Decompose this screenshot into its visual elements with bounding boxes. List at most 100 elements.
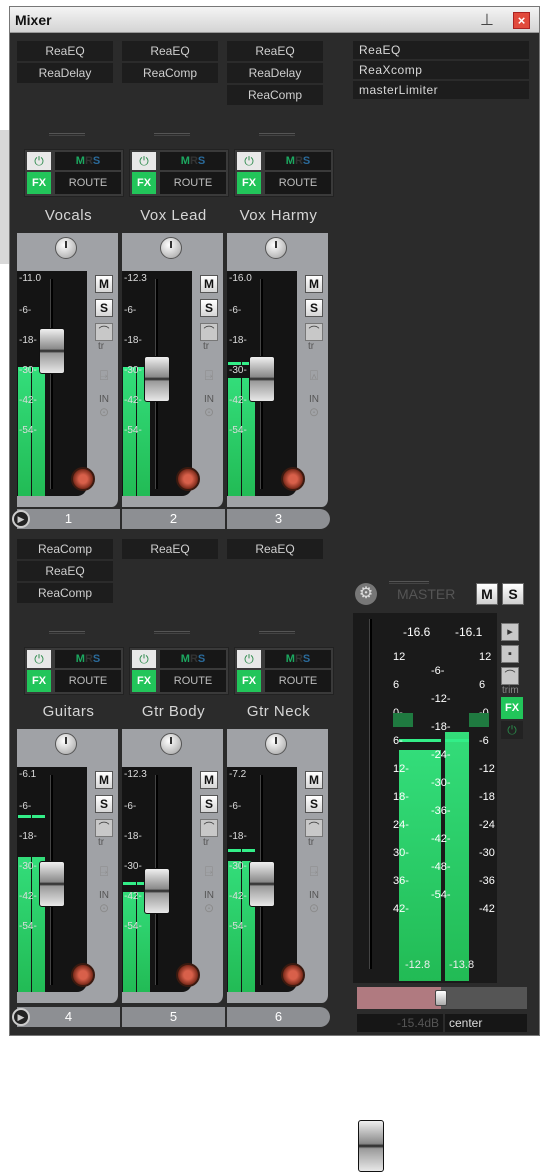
fx-slot[interactable]: ReaComp: [227, 85, 323, 105]
drag-grip[interactable]: [49, 133, 85, 136]
route-button[interactable]: ROUTE: [265, 172, 331, 194]
master-routing-icon[interactable]: ▸: [501, 623, 519, 641]
solo-button[interactable]: S: [305, 795, 323, 813]
pan-knob[interactable]: [265, 733, 287, 755]
envelope-icon[interactable]: ⌒: [95, 819, 113, 837]
envelope-icon[interactable]: ⌒: [305, 323, 323, 341]
record-arm-button[interactable]: [71, 467, 95, 491]
drag-grip[interactable]: [49, 631, 85, 634]
track-name[interactable]: Guitars: [17, 701, 120, 723]
route-button[interactable]: ROUTE: [55, 172, 121, 194]
fx-slot[interactable]: ReaDelay: [227, 63, 323, 83]
track-name[interactable]: Vox Lead: [122, 205, 225, 227]
track-name[interactable]: Vox Harmy: [227, 205, 330, 227]
envelope-icon[interactable]: ⌒: [200, 819, 218, 837]
automation-icon[interactable]: ⍈: [95, 367, 113, 387]
drag-grip[interactable]: [154, 133, 190, 136]
fx-bypass-power-icon[interactable]: ⏻: [237, 152, 261, 170]
pan-slider-handle[interactable]: [435, 990, 447, 1006]
track-number[interactable]: 6: [227, 1007, 330, 1027]
fx-slot[interactable]: ReaEQ: [17, 561, 113, 581]
pan-knob[interactable]: [160, 237, 182, 259]
master-fx-button[interactable]: FX: [501, 697, 523, 719]
route-button[interactable]: ROUTE: [265, 670, 331, 692]
volume-fader[interactable]: [144, 356, 170, 403]
settings-gear-icon[interactable]: ⚙: [355, 583, 377, 605]
fx-slot[interactable]: ReaDelay: [17, 63, 113, 83]
fx-bypass-power-icon[interactable]: ⏻: [27, 650, 51, 668]
automation-icon[interactable]: ⍈: [200, 367, 218, 387]
volume-fader[interactable]: [249, 356, 275, 403]
envelope-icon[interactable]: ⌒: [200, 323, 218, 341]
solo-button[interactable]: S: [95, 795, 113, 813]
fx-slot[interactable]: ReaEQ: [122, 41, 218, 61]
record-arm-button[interactable]: [281, 467, 305, 491]
master-fx-slot[interactable]: ReaEQ: [353, 41, 529, 59]
mute-button[interactable]: M: [305, 275, 323, 293]
fx-bypass-power-icon[interactable]: ⏻: [237, 650, 261, 668]
solo-button[interactable]: S: [200, 299, 218, 317]
track-name[interactable]: Vocals: [17, 205, 120, 227]
record-arm-button[interactable]: [176, 467, 200, 491]
input-monitor-icon[interactable]: ⊙: [95, 901, 113, 921]
fx-slot[interactable]: ReaComp: [122, 63, 218, 83]
fx-slot[interactable]: ReaEQ: [227, 41, 323, 61]
fx-slot[interactable]: ReaEQ: [17, 41, 113, 61]
fx-bypass-power-icon[interactable]: ⏻: [132, 650, 156, 668]
master-io-icon[interactable]: ▪: [501, 645, 519, 663]
envelope-icon[interactable]: ⌒: [305, 819, 323, 837]
automation-icon[interactable]: ⍈: [200, 863, 218, 883]
envelope-icon[interactable]: ⌒: [95, 323, 113, 341]
fx-button[interactable]: FX: [27, 172, 51, 194]
drag-grip[interactable]: [259, 133, 295, 136]
volume-fader[interactable]: [249, 861, 275, 908]
track-number[interactable]: 1: [17, 509, 120, 529]
automation-icon[interactable]: ⍈: [95, 863, 113, 883]
master-mute-button[interactable]: M: [476, 583, 498, 605]
automation-icon[interactable]: ⍈: [305, 863, 323, 883]
route-button[interactable]: ROUTE: [160, 172, 226, 194]
fx-button[interactable]: FX: [132, 670, 156, 692]
track-number[interactable]: 4: [17, 1007, 120, 1027]
drag-grip[interactable]: [389, 581, 429, 584]
input-monitor-icon[interactable]: ⊙: [95, 405, 113, 425]
input-monitor-icon[interactable]: ⊙: [305, 405, 323, 425]
master-envelope-icon[interactable]: ⌒: [501, 667, 519, 685]
fx-slot[interactable]: ReaComp: [17, 539, 113, 559]
fx-button[interactable]: FX: [237, 172, 261, 194]
master-fx-power-icon[interactable]: ⏻: [501, 721, 523, 739]
volume-fader[interactable]: [39, 328, 65, 375]
fx-button[interactable]: FX: [237, 670, 261, 692]
drag-grip[interactable]: [259, 631, 295, 634]
track-name[interactable]: Gtr Body: [122, 701, 225, 723]
fx-button[interactable]: FX: [132, 172, 156, 194]
pan-knob[interactable]: [55, 237, 77, 259]
mute-button[interactable]: M: [95, 771, 113, 789]
master-fx-slot[interactable]: masterLimiter: [353, 81, 529, 99]
mute-button[interactable]: M: [305, 771, 323, 789]
mute-button[interactable]: M: [200, 771, 218, 789]
solo-button[interactable]: S: [95, 299, 113, 317]
fx-slot[interactable]: ReaComp: [17, 583, 113, 603]
fx-bypass-power-icon[interactable]: ⏻: [27, 152, 51, 170]
automation-icon[interactable]: ⍓: [305, 367, 323, 387]
mute-button[interactable]: M: [200, 275, 218, 293]
pan-knob[interactable]: [55, 733, 77, 755]
track-name[interactable]: Gtr Neck: [227, 701, 330, 723]
master-solo-button[interactable]: S: [502, 583, 524, 605]
fx-slot[interactable]: ReaEQ: [227, 539, 323, 559]
record-arm-button[interactable]: [176, 963, 200, 987]
fx-button[interactable]: FX: [27, 670, 51, 692]
pan-knob[interactable]: [265, 237, 287, 259]
fx-slot[interactable]: ReaEQ: [122, 539, 218, 559]
mute-button[interactable]: M: [95, 275, 113, 293]
record-arm-button[interactable]: [281, 963, 305, 987]
input-monitor-icon[interactable]: ⊙: [200, 405, 218, 425]
title-bar[interactable]: Mixer ⊥ ×: [10, 7, 539, 33]
play-icon[interactable]: ▶: [12, 1008, 30, 1026]
track-number[interactable]: 3: [227, 509, 330, 529]
input-monitor-icon[interactable]: ⊙: [200, 901, 218, 921]
drag-grip[interactable]: [154, 631, 190, 634]
solo-button[interactable]: S: [305, 299, 323, 317]
solo-button[interactable]: S: [200, 795, 218, 813]
